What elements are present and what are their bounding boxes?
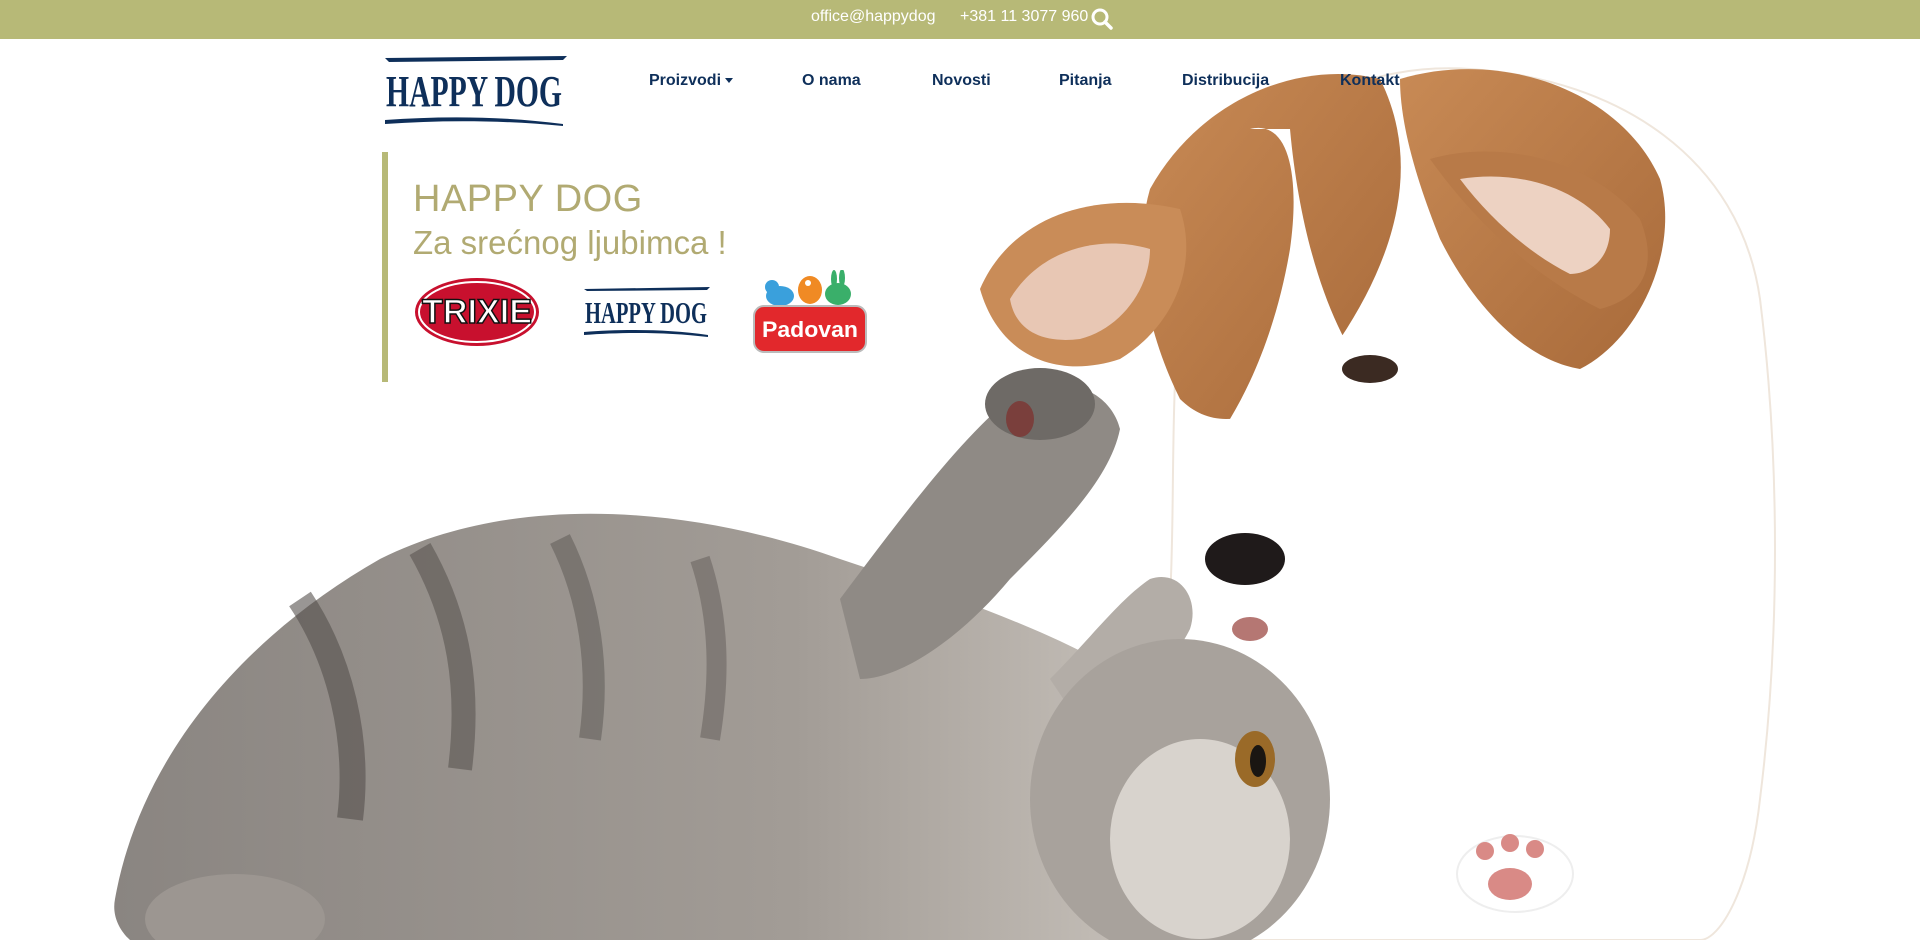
nav-proizvodi[interactable]: Proizvodi bbox=[649, 72, 734, 90]
nav-pitanja[interactable]: Pitanja bbox=[1059, 72, 1111, 90]
email-link[interactable]: office@happydog bbox=[811, 0, 935, 39]
trixie-logo[interactable]: TRIXIE bbox=[413, 276, 541, 348]
nav-kontakt[interactable]: Kontakt bbox=[1340, 72, 1400, 90]
hero-subtitle: Za srećnog ljubimca ! bbox=[413, 224, 727, 261]
padovan-logo[interactable]: Padovan bbox=[752, 269, 868, 354]
top-bar: office@happydog +381 11 3077 960 bbox=[0, 0, 1920, 39]
hero-title: HAPPY DOG bbox=[413, 178, 643, 220]
happy-dog-brand-logo[interactable]: HAPPY DOG bbox=[582, 286, 710, 338]
nav-o-nama[interactable]: O nama bbox=[802, 72, 861, 90]
happy-dog-logo[interactable]: HAPPY DOG bbox=[381, 54, 567, 126]
svg-text:HAPPY DOG: HAPPY DOG bbox=[386, 67, 562, 116]
hero-photo bbox=[0, 39, 1920, 940]
tagline-accent-bar bbox=[382, 152, 388, 382]
nav-novosti[interactable]: Novosti bbox=[932, 72, 991, 90]
nav-distribucija[interactable]: Distribucija bbox=[1182, 72, 1269, 90]
search-icon[interactable] bbox=[1090, 7, 1114, 31]
svg-text:Padovan: Padovan bbox=[762, 317, 858, 342]
caret-down-icon bbox=[725, 78, 734, 84]
svg-text:HAPPY DOG: HAPPY DOG bbox=[585, 295, 707, 330]
phone-link[interactable]: +381 11 3077 960 bbox=[960, 0, 1088, 39]
svg-text:TRIXIE: TRIXIE bbox=[422, 293, 532, 331]
